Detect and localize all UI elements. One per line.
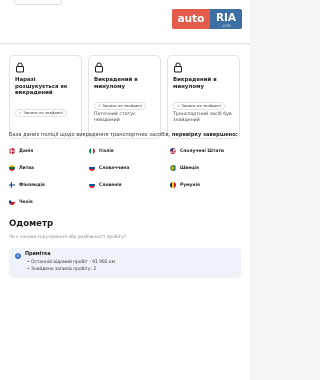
usa-flag-icon [170,148,176,154]
autoria-logo[interactable]: auto RIA .COM [172,9,242,29]
country-item-finland: Фінляндія [9,181,45,189]
status-card-description: Поточний статус невідомий [94,112,136,124]
country-item-italy: Італія [89,147,114,155]
status-badge: ✓ Записи не знайдені [15,109,67,117]
denmark-flag-icon [9,148,15,154]
country-name: Данія [19,148,34,154]
slovakia-flag-icon [89,165,95,171]
lock-icon [16,62,24,73]
logo-ria-label: RIA [215,12,237,24]
logo-auto-text: auto [172,9,210,29]
note-item-records-found: Знайдено записів пробігу: 2 [27,267,96,272]
country-item-usa: Сполучені Штати [170,147,224,155]
top-card: auto RIA .COM [0,0,250,44]
note-title: Примітка [25,252,51,257]
logo-ria-text: RIA .COM [210,9,242,29]
status-badge: ✓ Записи не знайдені [94,102,146,110]
logo-sub-text: .COM [221,24,231,28]
odometer-title: Одометр [9,219,54,229]
romania-flag-icon [170,182,176,188]
status-card-currently-wanted: Наразі розшукується як викрадений ✓ Запи… [9,55,82,139]
finland-flag-icon [9,182,15,188]
database-status-bold: перевірку завершено: [171,132,238,138]
country-name: Румунія [180,182,200,188]
sweden-flag-icon [170,165,176,171]
status-card-stolen-past-found: Викрадений в минулому ✓ Записи не знайде… [167,55,240,139]
database-check-text: База даних поліції щодо викрадення транс… [9,132,245,138]
country-item-denmark: Данія [9,147,33,155]
country-item-slovenia: Словенія [89,181,122,189]
note-item-last-mileage: Останній відомий пробіг - 91 992 км [27,260,115,265]
slovenia-flag-icon [89,182,95,188]
status-card-title: Викрадений в минулому [94,77,138,90]
country-item-czechia: Чехія [9,198,33,206]
previous-card-edge [14,0,62,5]
lock-icon [174,62,182,73]
italy-flag-icon [89,148,95,154]
country-name: Італія [99,148,114,154]
status-card-description: Транспортний засіб був знайдений [173,112,232,124]
country-name: Словаччина [99,165,130,171]
czechia-flag-icon [9,199,15,205]
country-name: Литва [19,165,35,171]
country-name: Фінляндія [19,182,45,188]
country-name: Швеція [180,165,199,171]
stolen-check-section: Наразі розшукується як викрадений ✓ Запи… [0,45,250,380]
odometer-note: i Примітка Останній відомий пробіг - 91 … [9,248,241,278]
lithuania-flag-icon [9,165,15,171]
country-name: Словенія [99,182,122,188]
odometer-subtitle: Чи є ознаки скручування або розбіжності … [9,235,127,240]
info-icon: i [15,253,21,259]
country-item-sweden: Швеція [170,164,199,172]
status-badge: ✓ Записи не знайдені [173,102,225,110]
country-item-lithuania: Литва [9,164,34,172]
lock-icon [95,62,103,73]
country-name: Сполучені Штати [180,148,224,154]
country-item-romania: Румунія [170,181,200,189]
status-card-title: Викрадений в минулому [173,77,217,90]
status-card-title: Наразі розшукується як викрадений [15,77,68,97]
country-item-slovakia: Словаччина [89,164,129,172]
status-card-stolen-past-unknown: Викрадений в минулому ✓ Записи не знайде… [88,55,161,139]
country-name: Чехія [19,199,33,205]
database-text: База даних поліції щодо викрадення транс… [9,132,171,138]
